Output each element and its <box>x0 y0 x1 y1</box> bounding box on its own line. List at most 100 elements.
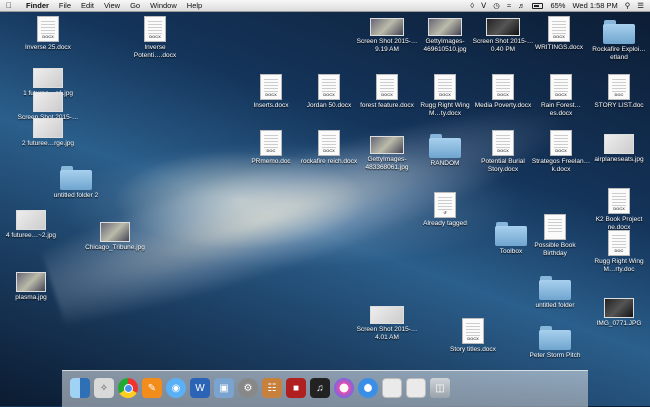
wifi-icon[interactable]: ≈ <box>507 1 511 10</box>
documents-stack-icon[interactable] <box>406 378 426 398</box>
menu-app-finder[interactable]: Finder <box>26 1 49 10</box>
document-icon: DOC <box>608 74 630 100</box>
messages-icon[interactable]: ◉ <box>166 378 186 398</box>
downloads-stack-icon[interactable] <box>382 378 402 398</box>
desktop-item[interactable]: Screen Shot 2015-…0.40 PM <box>472 18 534 53</box>
volume-icon[interactable]: ♬ <box>518 1 526 10</box>
menu-bar:  Finder File Edit View Go Window Help ◊… <box>0 0 650 12</box>
desktop-item[interactable]: untitled folder 2 <box>45 166 107 200</box>
image-thumbnail-icon <box>100 222 130 242</box>
desktop-item[interactable]: DOCX WRITINGS.docx <box>528 16 590 52</box>
image-thumbnail-icon <box>604 298 634 318</box>
desktop-item[interactable]: 4 futuree…~2.jpg <box>0 210 62 240</box>
desktop-item[interactable]: DOC Rugg Right Wing M…rty.doc <box>588 230 650 273</box>
desktop-item[interactable]: DOCX Potential Burial Story.docx <box>472 130 534 173</box>
desktop-item[interactable]: DOCX K2 Book Project ne.docx <box>588 188 650 231</box>
desktop-item[interactable]: DOCX Inverse Potenti….docx <box>124 16 186 59</box>
desktop-item[interactable]: DOC STORY LIST.doc <box>588 74 650 110</box>
launchpad-icon[interactable]: ✧ <box>94 378 114 398</box>
desktop-item[interactable]: DOCX Inverse 25.docx <box>17 16 79 52</box>
image-thumbnail-icon <box>428 18 462 36</box>
desktop-item[interactable]: IMG_0771.JPG <box>588 298 650 328</box>
document-icon: DOCX <box>37 16 59 42</box>
folder-icon <box>539 326 571 350</box>
safari-icon[interactable]: ❖ <box>358 378 378 398</box>
pages-icon[interactable]: ✎ <box>142 378 162 398</box>
trash-icon[interactable]: ◫ <box>430 378 450 398</box>
system-preferences-icon[interactable]: ⚙ <box>238 378 258 398</box>
time-machine-icon[interactable]: ◷ <box>493 1 500 10</box>
desktop-item[interactable]: DOCX Jordan 50.docx <box>298 74 360 110</box>
folder-icon <box>603 20 635 44</box>
document-icon: DOCX <box>550 130 572 156</box>
clock[interactable]: Wed 1:58 PM <box>572 1 617 10</box>
desktop-item[interactable]: Peter Storm Pitch <box>524 326 586 360</box>
document-icon: DOC <box>260 130 282 156</box>
desktop-item[interactable]: plasma.jpg <box>0 272 62 302</box>
document-icon: DOCX <box>376 74 398 100</box>
word-icon[interactable]: W <box>190 378 210 398</box>
desktop-item[interactable]: DOCX rockafire reich.docx <box>298 130 360 166</box>
desktop-item[interactable]: Screen Shot 2015-…4.01 AM <box>356 306 418 341</box>
document-icon: DOCX <box>434 74 456 100</box>
desktop-item[interactable]: DOCX Story titles.docx <box>442 318 504 354</box>
list-icon[interactable]: ☰ <box>637 1 644 10</box>
desktop-item[interactable]: GettyImages-483368061.jpg <box>356 136 418 171</box>
dropbox-icon[interactable]: ◊ <box>470 1 474 10</box>
menu-file[interactable]: File <box>59 1 71 10</box>
books-icon[interactable]: ☷ <box>262 378 282 398</box>
desktop-item[interactable]: DOCX Rugg Right Wing M…ty.docx <box>414 74 476 117</box>
alias-icon: ↺ <box>434 192 456 218</box>
finder-icon[interactable] <box>70 378 90 398</box>
photo-booth-icon[interactable]: ■ <box>286 378 306 398</box>
document-icon: DOCX <box>318 74 340 100</box>
document-icon: DOCX <box>492 130 514 156</box>
desktop-item[interactable]: untitled folder <box>524 276 586 310</box>
battery-icon[interactable] <box>532 2 544 9</box>
image-thumbnail-icon <box>370 306 404 324</box>
document-icon: DOCX <box>492 74 514 100</box>
apple-menu-icon[interactable]:  <box>6 1 16 10</box>
document-icon: DOCX <box>608 188 630 214</box>
music-icon[interactable]: ♫ <box>310 378 330 398</box>
galaxy-wallpaper <box>36 69 584 341</box>
desktop-item[interactable]: Rockafire Exploi…etland <box>588 20 650 61</box>
menu-window[interactable]: Window <box>150 1 177 10</box>
desktop-item[interactable]: DOCX Media Poverty.docx <box>472 74 534 110</box>
desktop-item[interactable]: DOCX Strategos Freelan…k.docx <box>530 130 592 173</box>
folder-icon <box>429 134 461 158</box>
desktop-item[interactable]: ↺ Already tagged <box>414 192 476 228</box>
desktop-item[interactable]: Possible Book Birthday <box>524 214 586 257</box>
desktop-item[interactable]: DOCX Inserts.docx <box>240 74 302 110</box>
document-icon: DOCX <box>260 74 282 100</box>
desktop-item[interactable]: DOC PRmemo.doc <box>240 130 302 166</box>
image-thumbnail-icon <box>33 118 63 138</box>
desktop-item[interactable]: RANDOM <box>414 134 476 168</box>
desktop-item[interactable]: Screen Shot 2015-…9.19 AM <box>356 18 418 53</box>
menu-go[interactable]: Go <box>130 1 140 10</box>
itunes-icon[interactable]: ♪ <box>334 378 354 398</box>
dock-items: ✧ ✎ ◉ W ▣ ⚙ ☷ ■ ♫ ♪ ❖ ◫ <box>70 372 590 398</box>
menu-edit[interactable]: Edit <box>81 1 94 10</box>
menu-help[interactable]: Help <box>187 1 202 10</box>
bluetooth-icon[interactable]: ᐯ <box>481 1 486 10</box>
desktop-item[interactable]: airplaneseats.jpg <box>588 134 650 164</box>
status-area: ◊ ᐯ ◷ ≈ ♬ 65% Wed 1:58 PM ⚲ ☰ <box>470 1 644 10</box>
image-thumbnail-icon <box>370 136 404 154</box>
chrome-icon[interactable] <box>118 378 138 398</box>
menu-view[interactable]: View <box>104 1 120 10</box>
desktop-item[interactable]: DOCX Rain Forest…es.docx <box>530 74 592 117</box>
document-icon: DOCX <box>550 74 572 100</box>
desktop-item[interactable]: GettyImages-469610510.jpg <box>414 18 476 53</box>
folder-icon <box>495 222 527 246</box>
desktop-item[interactable]: 2 futuree…rge.jpg <box>17 118 79 148</box>
desktop-item[interactable]: Chicago_Tribune.jpg <box>84 222 146 252</box>
preview-icon[interactable]: ▣ <box>214 378 234 398</box>
document-icon: DOCX <box>462 318 484 344</box>
desktop-item[interactable]: DOCX forest feature.docx <box>356 74 418 110</box>
search-icon[interactable]: ⚲ <box>625 1 631 10</box>
image-thumbnail-icon <box>486 18 520 36</box>
image-thumbnail-icon <box>370 18 404 36</box>
image-thumbnail-icon <box>16 210 46 230</box>
document-icon <box>544 214 566 240</box>
